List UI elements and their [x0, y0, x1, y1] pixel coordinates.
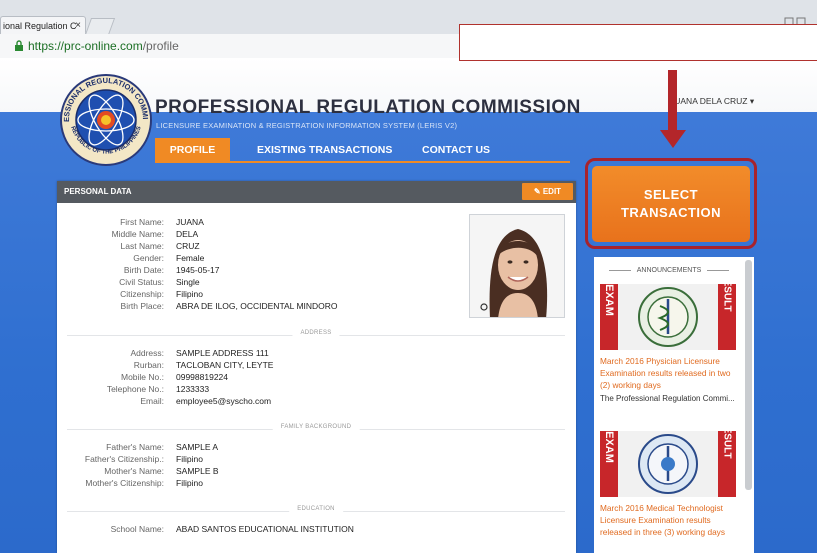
- address-section-divider: ADDRESS: [67, 330, 565, 336]
- announcement-image[interactable]: EXAM RESULT: [600, 431, 736, 497]
- rurban-value: TACLOBAN CITY, LEYTE: [176, 360, 274, 370]
- education-section-divider: EDUCATION: [67, 506, 565, 512]
- announcements-heading: ANNOUNCEMENTS: [600, 265, 738, 277]
- email-value: employee5@syscho.com: [176, 396, 272, 406]
- email-label: Email:: [140, 396, 164, 406]
- first-name-value: JUANA: [176, 217, 204, 227]
- address-section-title: ADDRESS: [292, 330, 340, 336]
- url-path: /profile: [142, 39, 179, 53]
- nav-existing-transactions[interactable]: EXISTING TRANSACTIONS: [257, 138, 392, 162]
- citizenship-label: Citizenship:: [120, 289, 164, 299]
- panel-header: [57, 181, 576, 203]
- callout-box: [459, 24, 817, 61]
- address-value: SAMPLE ADDRESS 111: [176, 348, 269, 358]
- civil-status-label: Civil Status:: [119, 277, 164, 287]
- announcement-image-graphic: EXAM RESULT: [600, 431, 736, 497]
- address-label: Address:: [130, 348, 164, 358]
- lock-icon: [15, 40, 23, 51]
- prc-seal-logo: PROFESSIONAL REGULATION COMMISSION REPUB…: [55, 70, 152, 166]
- first-name-label: First Name:: [120, 217, 164, 227]
- rurban-label: Rurban:: [133, 360, 164, 370]
- user-menu[interactable]: JUANA DELA CRUZ ▾: [670, 96, 754, 107]
- url-text[interactable]: https://prc-online.com/profile: [28, 38, 179, 54]
- edit-button[interactable]: ✎ EDIT: [522, 183, 573, 200]
- announcement-image[interactable]: EXAM RESULT: [600, 284, 736, 350]
- site-subtitle: LICENSURE EXAMINATION & REGISTRATION INF…: [156, 121, 458, 130]
- citizenship-value: Filipino: [176, 289, 203, 299]
- url-host: https://prc-online.com: [28, 39, 143, 53]
- gender-value: Female: [176, 253, 205, 263]
- mother-citizenship-value: Filipino: [176, 478, 203, 488]
- profile-photo-image: [470, 215, 564, 317]
- announcement-title[interactable]: March 2016 Medical Technologist Licensur…: [600, 502, 740, 538]
- mobile-label: Mobile No.:: [121, 372, 164, 382]
- school-name-value: ABAD SANTOS EDUCATIONAL INSTITUTION: [176, 524, 354, 534]
- telephone-label: Telephone No.:: [106, 384, 164, 394]
- mother-citizenship-label: Mother's Citizenship:: [85, 478, 164, 488]
- announcement-badge-right: RESULT: [722, 431, 733, 459]
- school-name-label: School Name:: [110, 524, 164, 534]
- nav-profile[interactable]: PROFILE: [155, 138, 230, 162]
- announcement-badge-right: RESULT: [722, 284, 733, 312]
- last-name-value: CRUZ: [176, 241, 200, 251]
- father-citizenship-label: Father's Citizenship.:: [84, 454, 164, 464]
- mother-name-label: Mother's Name:: [104, 466, 164, 476]
- profile-photo: [469, 214, 565, 318]
- birth-place-label: Birth Place:: [120, 301, 164, 311]
- mobile-value: 09998819224: [176, 372, 229, 382]
- announcement-title[interactable]: March 2016 Physician Licensure Examinati…: [600, 355, 740, 391]
- father-name-value: SAMPLE A: [176, 442, 219, 452]
- family-section-divider: FAMILY BACKGROUND: [67, 424, 565, 430]
- browser-tab-title: ional Regulation C: [3, 21, 77, 31]
- civil-status-value: Single: [176, 277, 200, 287]
- family-section-title: FAMILY BACKGROUND: [272, 424, 360, 430]
- father-name-label: Father's Name:: [106, 442, 164, 452]
- tab-close-icon[interactable]: ×: [75, 17, 81, 34]
- father-citizenship-value: Filipino: [176, 454, 203, 464]
- site-title: PROFESSIONAL REGULATION COMMISSION: [155, 97, 581, 118]
- select-transaction-button[interactable]: SELECT TRANSACTION: [592, 166, 750, 242]
- announcements-heading-text: ANNOUNCEMENTS: [636, 267, 702, 274]
- middle-name-label: Middle Name:: [111, 229, 164, 239]
- announcements-scrollbar[interactable]: [745, 260, 752, 490]
- select-transaction-label: SELECT TRANSACTION: [620, 187, 722, 220]
- mother-name-value: SAMPLE B: [176, 466, 219, 476]
- nav-underline: [155, 161, 570, 163]
- arrow-icon-shaft: [668, 70, 677, 132]
- education-section-title: EDUCATION: [289, 506, 343, 512]
- birth-place-value: ABRA DE ILOG, OCCIDENTAL MINDORO: [176, 301, 338, 311]
- announcement-badge-left: EXAM: [603, 284, 615, 316]
- arrow-down-icon: [660, 130, 686, 148]
- nav-contact-us[interactable]: CONTACT US: [422, 138, 490, 162]
- birth-date-label: Birth Date:: [123, 265, 164, 275]
- announcement-image-graphic: EXAM RESULT: [600, 284, 736, 350]
- gender-label: Gender:: [133, 253, 164, 263]
- telephone-value: 1233333: [176, 384, 210, 394]
- browser-tab[interactable]: ional Regulation C ×: [0, 16, 86, 34]
- birth-date-value: 1945-05-17: [176, 265, 220, 275]
- last-name-label: Last Name:: [120, 241, 164, 251]
- announcement-desc: The Professional Regulation Commi...: [600, 394, 735, 403]
- middle-name-value: DELA: [176, 229, 199, 239]
- panel-title: PERSONAL DATA: [64, 187, 132, 196]
- announcement-badge-left: EXAM: [603, 431, 615, 463]
